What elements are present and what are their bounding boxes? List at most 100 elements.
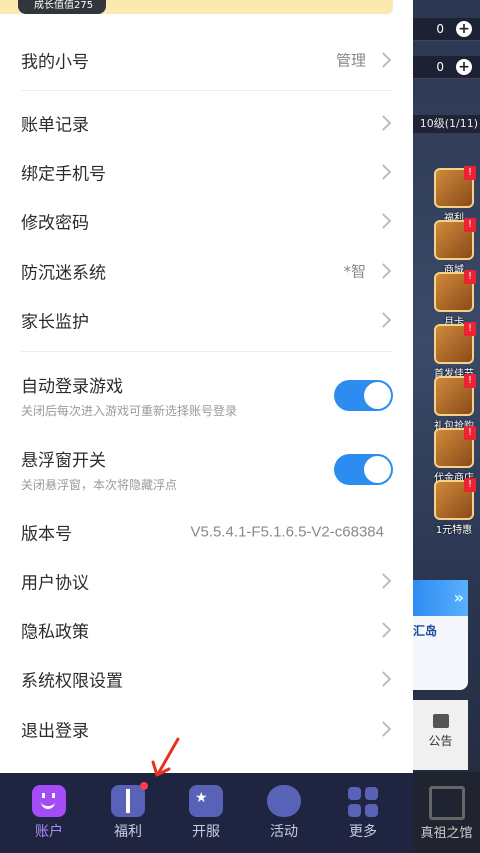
manage-link[interactable]: 管理 [336, 49, 366, 70]
grid-cell [348, 804, 361, 817]
double-chevron-icon: » [453, 588, 464, 607]
grid-cell [365, 787, 378, 800]
side-icon-shop[interactable]: ! 商城 [434, 218, 476, 276]
event-card[interactable]: » 汇岛 [413, 580, 468, 690]
setting-label: 悬浮窗开关 [21, 451, 106, 471]
menu-item-permission-settings[interactable]: 系统权限设置 [0, 654, 413, 703]
event-card-banner: » [413, 580, 468, 616]
nav-tab-welfare[interactable]: 福利 [89, 773, 167, 853]
menu-item-label: 用户协议 [21, 573, 89, 593]
alert-badge: ! [464, 374, 476, 388]
menu-item-label: 防沉迷系统 [21, 263, 106, 283]
menu-item-label: 我的小号 [21, 52, 89, 72]
hud-counter: 0 + [413, 56, 480, 79]
hud-counter: 0 + [413, 18, 480, 41]
account-panel: 成长值值275 我的小号 管理 账单记录 绑定手机号 修改密码 防沉迷系统 *智… [0, 0, 413, 773]
side-icon-flash-sale[interactable]: ! 礼包抢购 [434, 374, 476, 432]
notice-icon [432, 714, 449, 728]
plus-icon[interactable]: + [456, 59, 472, 75]
alert-badge: ! [464, 166, 476, 180]
menu-item-anti-addiction[interactable]: 防沉迷系统 *智 [0, 246, 413, 295]
menu-item-label: 修改密码 [21, 213, 89, 233]
side-icon-label: 1元特惠 [435, 525, 473, 536]
menu-item-label: 账单记录 [21, 115, 89, 135]
grid-icon [346, 785, 380, 817]
controller-icon [267, 785, 301, 817]
nav-tab-account[interactable]: 账户 [10, 773, 88, 853]
side-icon-welfare[interactable]: ! 福利 [434, 166, 476, 224]
nav-tab-servers[interactable]: 开服 [167, 773, 245, 853]
smile-icon [32, 785, 66, 817]
notice-button[interactable]: 公告 [413, 700, 468, 770]
nav-label: 更多 [349, 824, 377, 840]
menu-item-label: 隐私政策 [21, 622, 89, 642]
setting-floating-window: 悬浮窗开关 关闭悬浮窗，本次将隐藏浮点 [0, 440, 413, 500]
nav-label: 活动 [270, 824, 298, 840]
divider [21, 90, 393, 91]
shop-icon: ! [434, 218, 476, 260]
menu-item-label: 家长监护 [21, 312, 89, 332]
gamepad-icon [189, 785, 223, 817]
menu-item-label: 系统权限设置 [21, 671, 123, 691]
toggle-knob [364, 456, 391, 483]
menu-item-privacy-policy[interactable]: 隐私政策 [0, 605, 413, 654]
menu-item-my-accounts[interactable]: 我的小号 管理 [0, 35, 413, 84]
menu-item-parental-monitor[interactable]: 家长监护 [0, 295, 413, 344]
setting-label: 自动登录游戏 [21, 377, 123, 397]
level-text: 10级(1/11) [413, 115, 480, 133]
plus-icon[interactable]: + [456, 21, 472, 37]
notice-label: 公告 [428, 734, 453, 748]
nav-label: 福利 [114, 824, 142, 840]
deal-icon: ! [434, 478, 476, 520]
version-value: V5.5.4.1-F5.1.6.5-V2-c68384 [190, 523, 384, 540]
house-icon [428, 786, 465, 820]
hud-counter-value: 0 [436, 60, 444, 74]
gift-icon: ! [434, 166, 476, 208]
auto-login-toggle[interactable] [334, 380, 393, 411]
package-icon: ! [434, 374, 476, 416]
festival-icon: ! [434, 322, 476, 364]
version-label: 版本号 [21, 524, 72, 544]
nav-tab-activities[interactable]: 活动 [245, 773, 323, 853]
side-icon-one-yuan[interactable]: ! 1元特惠 [434, 478, 476, 536]
side-icon-voucher-shop[interactable]: ! 代金商店 [434, 426, 476, 484]
divider [21, 351, 393, 352]
floating-window-toggle[interactable] [334, 454, 393, 485]
setting-auto-login: 自动登录游戏 关闭后每次进入游戏可重新选择账号登录 [0, 366, 413, 426]
bottom-nav: 账户 福利 开服 活动 更多 [0, 773, 413, 853]
setting-description: 关闭悬浮窗，本次将隐藏浮点 [21, 478, 178, 492]
alert-badge: ! [464, 218, 476, 232]
side-icon-festival[interactable]: ! 首发佳节 [434, 322, 476, 380]
chevron-right-icon [375, 311, 392, 328]
alert-badge: ! [464, 426, 476, 440]
chevron-right-icon [375, 621, 392, 638]
version-row: 版本号 V5.5.4.1-F5.1.6.5-V2-c68384 [0, 507, 413, 556]
alert-badge: ! [464, 322, 476, 336]
menu-item-change-password[interactable]: 修改密码 [0, 196, 413, 245]
real-name-value: *智 [343, 262, 366, 280]
setting-description: 关闭后每次进入游戏可重新选择账号登录 [21, 404, 238, 418]
side-icon-monthly-card[interactable]: ! 月卡 [434, 270, 476, 328]
grid-cell [348, 787, 361, 800]
nav-tab-more[interactable]: 更多 [324, 773, 402, 853]
gift-icon [111, 782, 148, 817]
menu-item-bind-phone[interactable]: 绑定手机号 [0, 147, 413, 196]
nav-label: 账户 [35, 824, 63, 840]
nav-label: 开服 [192, 824, 220, 840]
menu-item-user-agreement[interactable]: 用户协议 [0, 556, 413, 605]
menu-item-logout[interactable]: 退出登录 [0, 704, 413, 753]
chevron-right-icon [375, 212, 392, 229]
chevron-right-icon [375, 670, 392, 687]
notification-dot [140, 782, 148, 790]
hall-button[interactable]: 真祖之馆 [413, 772, 480, 853]
menu-item-bill-records[interactable]: 账单记录 [0, 98, 413, 147]
card-icon: ! [434, 270, 476, 312]
toggle-knob [364, 382, 391, 409]
menu-item-label: 退出登录 [21, 721, 89, 741]
chevron-right-icon [375, 114, 392, 131]
growth-value: 成长值值275 [18, 0, 106, 14]
grid-cell [365, 804, 378, 817]
chevron-right-icon [375, 163, 392, 180]
voucher-icon: ! [434, 426, 476, 468]
chevron-right-icon [375, 51, 392, 68]
